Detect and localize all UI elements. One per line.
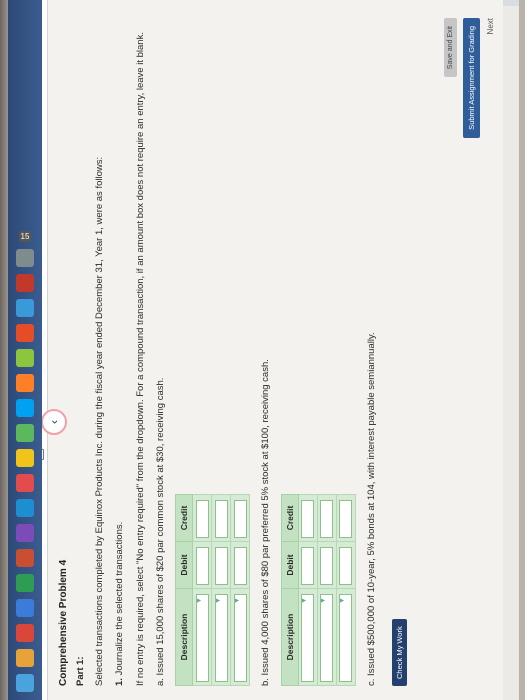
debit-input[interactable]: [301, 547, 315, 585]
transaction-a: a. Issued 15,000 shares of $20 par commo…: [155, 377, 167, 686]
table-row: [192, 494, 212, 686]
footer-actions: Save and Exit Submit Assignment for Grad…: [444, 18, 495, 138]
problem-content: Comprehensive Problem 4 Part 1: Selected…: [48, 0, 503, 700]
credit-input[interactable]: [320, 500, 334, 538]
account-select[interactable]: [214, 594, 228, 682]
photo-bezel-left: [0, 0, 8, 700]
step-1: 1. Journalize the selected transactions.: [114, 14, 126, 686]
app-icon[interactable]: [16, 324, 34, 342]
header-debit: Debit: [281, 541, 299, 589]
app-icon[interactable]: [16, 249, 34, 267]
submit-assignment-button[interactable]: Submit Assignment for Grading: [463, 18, 480, 138]
debit-input[interactable]: [233, 547, 247, 585]
taskbar-badge: 15: [18, 231, 32, 242]
debit-input[interactable]: [339, 547, 353, 585]
app-canvas: eBook Print Item ‹ Comprehensive Problem…: [8, 0, 503, 700]
transaction-b: b. Issued 4,000 shares of $80 par prefer…: [260, 359, 272, 686]
table-row: [336, 494, 356, 686]
office-icon[interactable]: [16, 624, 34, 642]
folder-icon[interactable]: [16, 449, 34, 467]
account-select[interactable]: [195, 594, 209, 682]
problem-title: Comprehensive Problem 4: [58, 559, 69, 686]
debit-input[interactable]: [195, 547, 209, 585]
debit-input[interactable]: [320, 547, 334, 585]
skype-icon[interactable]: [16, 499, 34, 517]
header-credit: Credit: [281, 494, 299, 542]
app-icon[interactable]: [16, 424, 34, 442]
powerpoint-icon[interactable]: [16, 549, 34, 567]
app-icon[interactable]: [16, 299, 34, 317]
header-credit: Credit: [175, 494, 193, 542]
credit-input[interactable]: [214, 500, 228, 538]
photo-bezel-right: [519, 0, 525, 700]
table-row: [230, 494, 250, 686]
firefox-icon[interactable]: [16, 374, 34, 392]
credit-input[interactable]: [301, 500, 315, 538]
table-header: Description Debit Credit: [281, 494, 299, 686]
check-my-work-button[interactable]: Check My Work: [392, 619, 408, 686]
account-select[interactable]: [301, 594, 315, 682]
table-header: Description Debit Credit: [175, 494, 193, 686]
account-select[interactable]: [339, 594, 353, 682]
next-button[interactable]: Next: [486, 18, 495, 34]
journal-table-a: Description Debit Credit: [175, 494, 251, 686]
edge-icon[interactable]: [16, 674, 34, 692]
credit-input[interactable]: [339, 500, 353, 538]
chrome-icon[interactable]: [16, 649, 34, 667]
instructions: If no entry is required, select "No entr…: [134, 32, 146, 686]
step-1-text: Journalize the selected transactions.: [114, 521, 126, 676]
table-row: [317, 494, 337, 686]
app-icon[interactable]: [16, 349, 34, 367]
account-select[interactable]: [233, 594, 247, 682]
journal-table-b: Description Debit Credit: [280, 494, 356, 686]
onenote-icon[interactable]: [16, 524, 34, 542]
app-icon[interactable]: [16, 274, 34, 292]
store-icon[interactable]: [16, 399, 34, 417]
save-exit-button[interactable]: Save and Exit: [444, 18, 457, 78]
os-taskbar: 15: [8, 0, 42, 700]
word-icon[interactable]: [16, 599, 34, 617]
header-debit: Debit: [175, 541, 193, 589]
table-row: [211, 494, 231, 686]
credit-input[interactable]: [233, 500, 247, 538]
table-row: [298, 494, 318, 686]
credit-input[interactable]: [195, 500, 209, 538]
part-label: Part 1:: [75, 656, 86, 686]
problem-intro: Selected transactions completed by Equin…: [94, 156, 105, 686]
transaction-c: c. Issued $500,000 of 10-year, 5% bonds …: [365, 332, 377, 686]
media-icon[interactable]: [16, 474, 34, 492]
excel-icon[interactable]: [16, 574, 34, 592]
header-description: Description: [281, 588, 299, 686]
step-1-number: 1.: [114, 678, 126, 686]
account-select[interactable]: [320, 594, 334, 682]
debit-input[interactable]: [214, 547, 228, 585]
header-description: Description: [175, 588, 193, 686]
